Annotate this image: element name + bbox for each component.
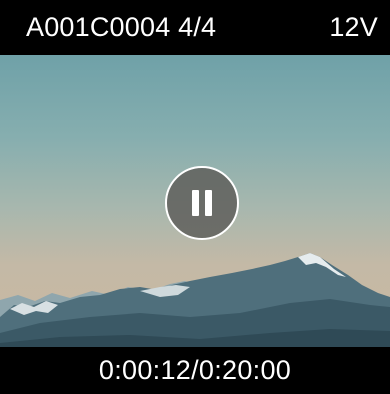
battery-voltage: 12V — [329, 12, 378, 42]
bottom-status-bar: 0:00:12/0:20:00 — [0, 347, 390, 394]
video-viewport[interactable] — [0, 55, 390, 347]
pause-icon — [192, 190, 212, 216]
top-status-bar: A001C0004 4/4 12V — [0, 0, 390, 55]
playback-timecode: 0:00:12/0:20:00 — [98, 355, 292, 385]
camera-playback-screen: A001C0004 4/4 12V 0:00:12/0:20:00 — [0, 0, 390, 394]
pause-button[interactable] — [165, 166, 239, 240]
clip-name: A001C0004 4/4 — [26, 12, 217, 42]
